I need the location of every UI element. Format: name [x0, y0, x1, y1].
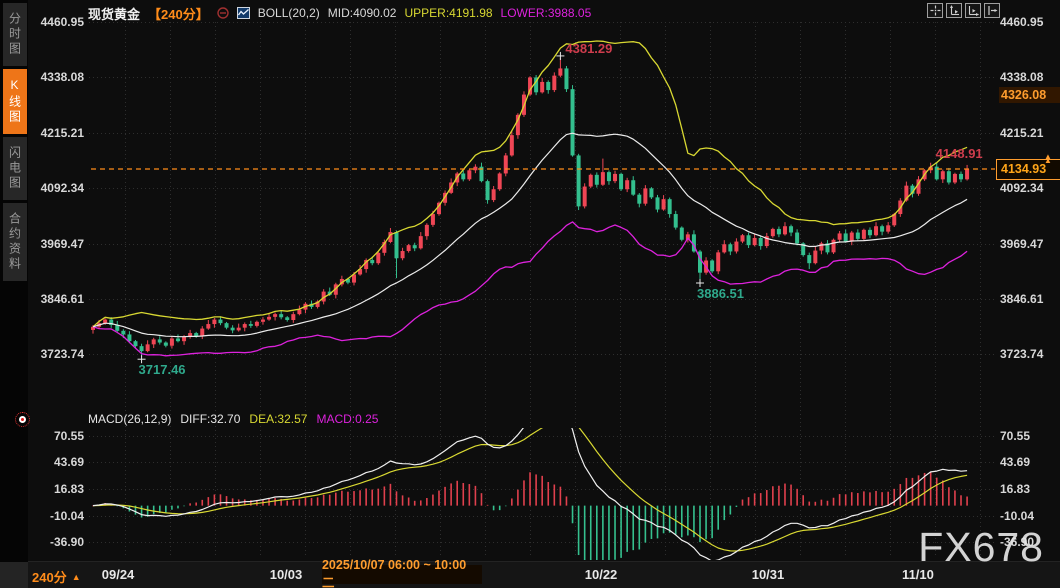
triangle-up-icon: ▲: [72, 572, 81, 582]
live-status-icon: [15, 412, 30, 427]
boll-mid-value: MID:4090.02: [328, 6, 397, 20]
chart-header: 现货黄金 【240分】 BOLL(20,2) MID:4090.02 UPPER…: [88, 5, 591, 21]
boll-upper-value: UPPER:4191.98: [404, 6, 492, 20]
y-axis-scale-icon[interactable]: [946, 3, 962, 18]
mini-chart-icon: [237, 7, 250, 19]
collapse-right-icon[interactable]: [984, 3, 1000, 18]
chart-canvas[interactable]: [0, 0, 1060, 588]
sidebar-footer: [0, 562, 28, 588]
selected-candle-range: 2025/10/07 06:00 ~ 10:00 二: [322, 565, 482, 584]
x-axis-tick: 10/22: [585, 567, 618, 582]
trading-chart-window: 4460.954460.954338.084338.084215.214215.…: [0, 0, 1060, 588]
macd-header: MACD(26,12,9) DIFF:32.70 DEA:32.57 MACD:…: [88, 412, 378, 426]
footer-period-label: 240分: [32, 567, 67, 586]
footer-period-selector[interactable]: 240分 ▲: [32, 567, 81, 586]
boll-lower-value: LOWER:3988.05: [501, 6, 592, 20]
x-axis-scale-icon[interactable]: [965, 3, 981, 18]
macd-diff-value: DIFF:32.70: [180, 412, 240, 426]
period-badge: 【240分】: [148, 4, 209, 23]
minus-circle-icon[interactable]: [217, 7, 229, 19]
sidebar: 分时图 K线图 闪电图 合约资料: [0, 0, 28, 588]
footer-bar: 240分 ▲ 09/24 10/03 10/22 10/31 11/10 2025/10…: [28, 561, 1060, 588]
x-axis-tick: 11/10: [902, 567, 934, 582]
alert-price-label: 4326.08: [999, 87, 1060, 103]
pan-crosshair-icon[interactable]: [927, 3, 943, 18]
macd-dea-value: DEA:32.57: [249, 412, 307, 426]
chart-toolbar: [927, 3, 1000, 18]
sidebar-tab-kline[interactable]: K线图: [3, 69, 27, 134]
x-axis-tick: 09/24: [102, 567, 135, 582]
x-axis-tick: 10/03: [270, 567, 303, 582]
sidebar-tab-contract-info[interactable]: 合约资料: [3, 203, 27, 281]
sidebar-tab-lightning[interactable]: 闪电图: [3, 137, 27, 200]
boll-label: BOLL(20,2): [258, 6, 320, 20]
macd-params-label: MACD(26,12,9): [88, 412, 171, 426]
price-up-arrows-icon: ▲▲: [1044, 155, 1052, 164]
x-axis-tick: 10/31: [752, 567, 785, 582]
symbol-name: 现货黄金: [88, 4, 140, 23]
sidebar-tab-timeshare[interactable]: 分时图: [3, 3, 27, 66]
macd-macd-value: MACD:0.25: [316, 412, 378, 426]
